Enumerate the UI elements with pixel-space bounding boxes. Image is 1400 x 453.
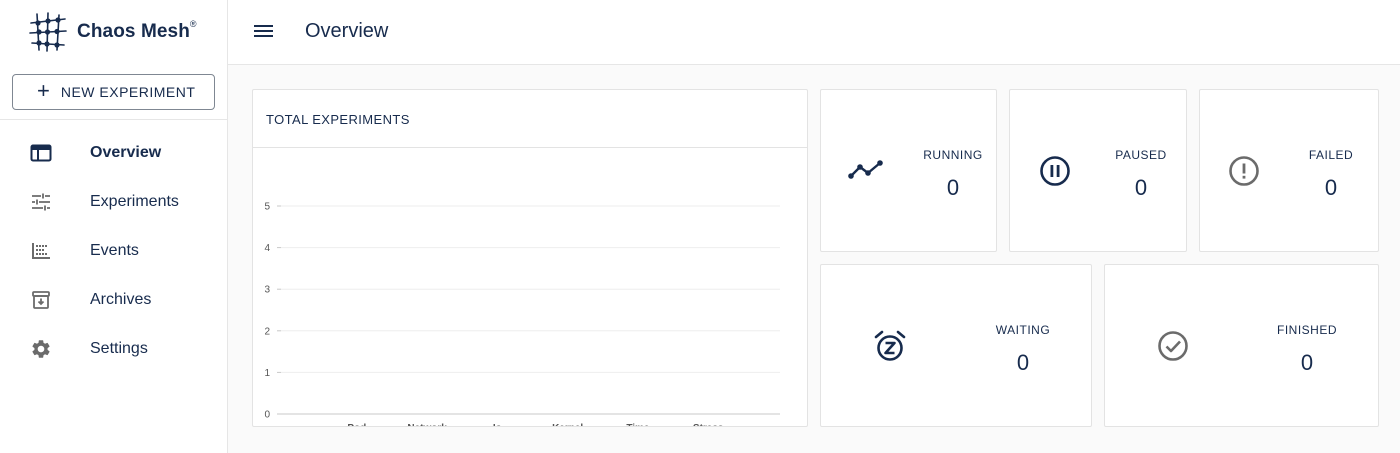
pause-icon (1039, 155, 1071, 192)
error-icon (1228, 155, 1260, 192)
x-tick-label: Network (407, 423, 447, 426)
total-experiments-chart: 0 1 2 3 4 5 Pod Network Io Kernel Time Stress (264, 202, 780, 426)
running-card[interactable]: RUNNING 0 (820, 89, 997, 252)
y-tick-label: 3 (264, 285, 270, 296)
gear-icon (30, 338, 52, 360)
paused-count: 0 (1134, 175, 1148, 200)
y-tick-label: 1 (264, 368, 270, 379)
timeline-icon (30, 240, 52, 262)
sidebar-item-overview[interactable]: Overview (0, 128, 228, 177)
new-experiment-label: NEW EXPERIMENT (60, 84, 196, 100)
chaos-mesh-logo-icon (29, 12, 67, 52)
sidebar-item-label: Experiments (90, 192, 179, 210)
tune-icon (30, 191, 52, 213)
sidebar-item-settings[interactable]: Settings (0, 324, 228, 373)
running-label: RUNNING (923, 148, 983, 162)
sidebar: Chaos Mesh® + NEW EXPERIMENT Overview Ex… (0, 0, 228, 453)
topbar: Overview (228, 0, 1400, 65)
y-tick-label: 2 (264, 326, 270, 337)
check-circle-icon (1157, 330, 1189, 367)
x-tick-label: Stress (693, 423, 724, 426)
sidebar-item-label: Events (90, 241, 139, 259)
snooze-icon (873, 329, 907, 368)
failed-count: 0 (1324, 175, 1338, 200)
paused-label: PAUSED (1115, 148, 1167, 162)
app-name: Chaos Mesh® (77, 19, 197, 42)
sidebar-item-label: Archives (90, 290, 152, 308)
y-tick-label: 5 (264, 202, 270, 213)
page-title: Overview (305, 20, 389, 42)
sidebar-item-experiments[interactable]: Experiments (0, 177, 228, 226)
failed-label: FAILED (1308, 148, 1354, 162)
finished-card[interactable]: FINISHED 0 (1104, 264, 1379, 427)
new-experiment-button[interactable]: + NEW EXPERIMENT (12, 74, 215, 110)
running-count: 0 (946, 175, 960, 200)
waiting-label: WAITING (995, 323, 1051, 337)
total-experiments-card: TOTAL EXPERIMENTS 0 1 2 3 4 5 Pod Network Io Kern… (252, 89, 808, 427)
sidebar-item-archives[interactable]: Archives (0, 275, 228, 324)
app-logo[interactable]: Chaos Mesh® (0, 0, 228, 64)
sidebar-divider (0, 119, 228, 120)
x-tick-label: Kernel (552, 423, 583, 426)
archive-icon (30, 289, 52, 311)
trending-icon (848, 157, 884, 188)
menu-icon[interactable] (254, 22, 276, 42)
paused-card[interactable]: PAUSED 0 (1009, 89, 1187, 252)
sidebar-item-label: Overview (90, 143, 162, 161)
y-tick-label: 4 (264, 243, 270, 254)
finished-count: 0 (1300, 350, 1314, 375)
waiting-count: 0 (1016, 350, 1030, 375)
sidebar-item-label: Settings (90, 339, 148, 357)
x-tick-label: Io (493, 423, 502, 426)
finished-label: FINISHED (1276, 323, 1337, 337)
sidebar-item-events[interactable]: Events (0, 226, 228, 275)
failed-card[interactable]: FAILED 0 (1199, 89, 1379, 252)
waiting-card[interactable]: WAITING 0 (820, 264, 1092, 427)
web-icon (30, 142, 52, 164)
x-tick-label: Pod (347, 423, 366, 426)
plus-icon: + (37, 78, 50, 103)
total-experiments-title: TOTAL EXPERIMENTS (266, 112, 410, 127)
sidebar-nav: Overview Experiments Events Archives Set… (0, 128, 228, 373)
y-tick-label: 0 (264, 410, 270, 421)
x-tick-label: Time (626, 423, 650, 426)
